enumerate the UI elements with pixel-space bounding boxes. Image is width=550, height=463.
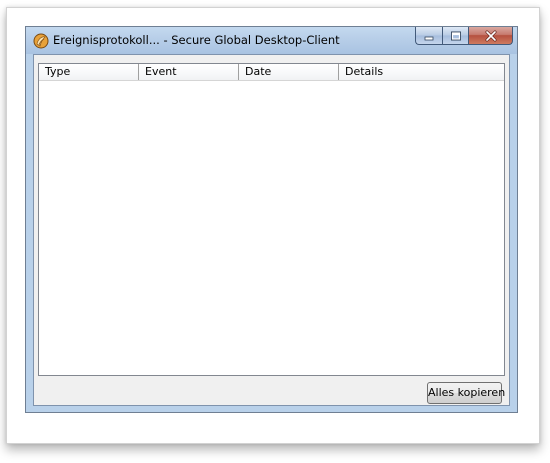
caption-buttons <box>415 27 513 46</box>
app-logo-icon[interactable] <box>33 33 49 49</box>
column-header-event[interactable]: Event <box>139 64 239 80</box>
window-title: Ereignisprotokoll... - Secure Global Des… <box>53 33 340 47</box>
copy-all-button[interactable]: Alles kopieren <box>427 382 505 404</box>
column-header-type[interactable]: Type <box>39 64 139 80</box>
title-bar[interactable]: Ereignisprotokoll... - Secure Global Des… <box>26 27 517 54</box>
event-list[interactable]: Type Event Date Details <box>38 63 505 376</box>
close-button[interactable] <box>468 27 513 45</box>
list-header: Type Event Date Details <box>39 64 504 81</box>
minimize-button[interactable] <box>415 27 442 45</box>
column-header-date[interactable]: Date <box>239 64 339 80</box>
minimize-icon <box>424 36 434 40</box>
client-area: Type Event Date Details Alles kopieren <box>33 54 510 406</box>
column-header-details[interactable]: Details <box>339 64 504 80</box>
maximize-icon <box>450 31 461 40</box>
close-icon <box>485 30 496 41</box>
maximize-button[interactable] <box>442 27 468 45</box>
event-log-window: Ereignisprotokoll... - Secure Global Des… <box>25 26 518 413</box>
